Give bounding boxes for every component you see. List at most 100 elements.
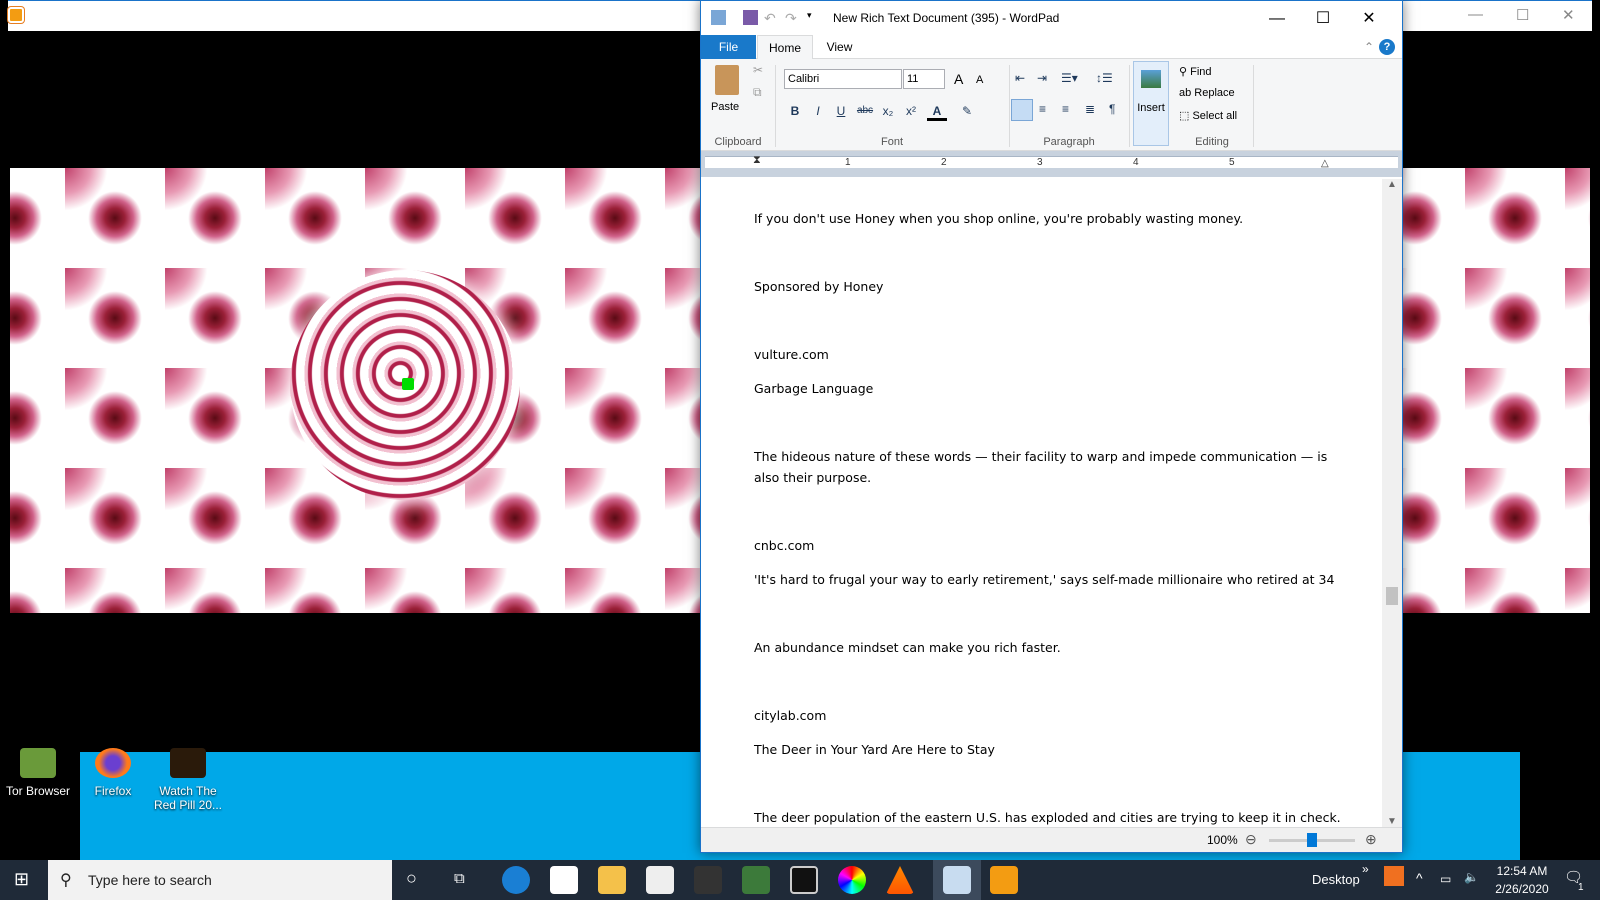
highlight-icon[interactable]: ✎ [957, 101, 977, 121]
doc-line: The deer population of the eastern U.S. … [754, 810, 1341, 825]
line-spacing-icon[interactable]: ↕☰ [1096, 71, 1113, 85]
wordpad-titlebar: ↶ ↷ ▾ New Rich Text Document (395) - Wor… [701, 1, 1402, 35]
bg-minimize-button[interactable]: — [1468, 6, 1483, 23]
increase-indent-icon[interactable]: ⇥ [1037, 71, 1047, 85]
network-icon[interactable]: ▭ [1440, 872, 1451, 886]
maximize-button[interactable]: ☐ [1300, 5, 1346, 33]
desktop-toolbar[interactable]: Desktop [1312, 872, 1360, 887]
replace-button[interactable]: ab Replace [1179, 87, 1235, 99]
replace-label: Replace [1194, 87, 1235, 99]
cut-icon[interactable]: ✂ [753, 63, 763, 77]
italic-button[interactable]: I [808, 101, 828, 121]
justify-icon[interactable]: ≣ [1085, 102, 1095, 116]
doc-line: Sponsored by Honey [754, 279, 884, 294]
undo-icon[interactable]: ↶ [764, 10, 779, 26]
show-hidden-icons[interactable]: ^ [1416, 870, 1423, 886]
document-area[interactable]: If you don't use Honey when you shop onl… [701, 179, 1382, 829]
tab-file[interactable]: File [701, 35, 756, 59]
media-player-taskbar-icon[interactable] [990, 866, 1018, 894]
volume-icon[interactable]: 🔈 [1464, 870, 1479, 884]
toolbar-expand-icon[interactable]: » [1362, 862, 1369, 876]
ruler-mark: 2 [941, 157, 947, 168]
font-size-select[interactable]: 11 [903, 69, 945, 89]
store-icon[interactable] [550, 866, 578, 894]
find-button[interactable]: ⚲ Find [1179, 65, 1212, 78]
close-button[interactable]: ✕ [1346, 5, 1392, 33]
ruler[interactable]: 1 2 3 4 5 ⧗ △ [701, 151, 1402, 177]
group-clipboard: Clipboard [714, 136, 762, 148]
ruler-mark: 1 [845, 157, 851, 168]
clock-date[interactable]: 2/26/2020 [1490, 882, 1554, 896]
help-icon[interactable]: ? [1379, 39, 1395, 55]
file-explorer-icon[interactable] [598, 866, 626, 894]
zoom-slider-thumb[interactable] [1307, 833, 1317, 847]
search-icon: ⚲ [60, 872, 72, 889]
align-right-icon[interactable]: ≡ [1062, 102, 1069, 116]
wordpad-taskbar-icon[interactable] [943, 866, 971, 894]
find-label: Find [1190, 66, 1212, 78]
subscript-button[interactable]: x₂ [878, 101, 898, 121]
select-all-icon: ⬚ [1179, 110, 1193, 122]
edge-icon[interactable] [502, 866, 530, 894]
bullets-icon[interactable]: ☰▾ [1061, 71, 1078, 85]
doc-line: If you don't use Honey when you shop onl… [754, 211, 1244, 226]
copy-icon[interactable]: ⧉ [753, 85, 762, 100]
select-all-button[interactable]: ⬚ Select all [1179, 109, 1237, 122]
ribbon-home: Paste ✂ ⧉ Clipboard Calibri 11 A A B I U… [701, 59, 1402, 151]
taskbar-search-input[interactable]: Type here to search [48, 860, 392, 900]
ruler-mark: 4 [1133, 157, 1139, 168]
doc-line: citylab.com [754, 708, 827, 723]
camera-app-icon[interactable] [790, 866, 818, 894]
right-indent-marker[interactable]: △ [1321, 158, 1329, 169]
shrink-font-icon[interactable]: A [976, 74, 983, 86]
clock-time[interactable]: 12:54 AM [1490, 864, 1554, 878]
amazon-icon[interactable] [694, 866, 722, 894]
paste-button[interactable]: Paste [711, 101, 739, 113]
bold-button[interactable]: B [785, 101, 805, 121]
collapse-ribbon-icon[interactable]: ⌃ [1361, 35, 1377, 59]
doc-line: 'It's hard to frugal your way to early r… [754, 572, 1335, 587]
doc-line: cnbc.com [754, 538, 815, 553]
decrease-indent-icon[interactable]: ⇤ [1015, 71, 1025, 85]
minimize-button[interactable]: — [1254, 5, 1300, 33]
replace-icon: ab [1179, 87, 1195, 99]
alert-tray-icon[interactable] [1384, 866, 1404, 886]
bg-close-button[interactable]: ✕ [1562, 6, 1575, 24]
superscript-button[interactable]: x² [901, 101, 921, 121]
insert-button[interactable]: Insert [1133, 61, 1169, 146]
start-windows-icon[interactable]: ⊞ [14, 869, 29, 890]
align-left-button[interactable] [1011, 99, 1033, 121]
tab-home[interactable]: Home [757, 35, 813, 59]
font-family-select[interactable]: Calibri [784, 69, 902, 89]
tab-view[interactable]: View [817, 35, 862, 59]
zoom-level: 100% [1207, 833, 1238, 847]
desktop-icon-firefox[interactable]: Firefox [78, 748, 148, 798]
indent-marker[interactable]: ⧗ [753, 154, 761, 167]
redo-icon[interactable]: ↷ [785, 10, 800, 26]
cortana-icon[interactable]: ○ [406, 868, 417, 889]
desktop-icon-tor-browser[interactable]: Tor Browser [3, 748, 73, 798]
scroll-up-icon[interactable]: ▲ [1387, 179, 1397, 190]
tripadvisor-icon[interactable] [742, 866, 770, 894]
save-icon[interactable] [743, 10, 758, 25]
wordpad-app-icon [711, 10, 726, 25]
strikethrough-button[interactable]: abc [855, 101, 875, 121]
paragraph-icon[interactable]: ¶ [1109, 102, 1115, 116]
bg-maximize-button[interactable]: ☐ [1516, 6, 1529, 24]
scroll-thumb[interactable] [1386, 587, 1398, 605]
underline-button[interactable]: U [831, 101, 851, 121]
group-font: Font [880, 136, 903, 148]
zoom-out-icon[interactable]: ⊖ [1245, 831, 1257, 848]
align-center-icon[interactable]: ≡ [1039, 102, 1046, 116]
mail-icon[interactable] [646, 866, 674, 894]
customize-quick-access-icon[interactable]: ▾ [807, 10, 822, 25]
grow-font-icon[interactable]: A [954, 71, 963, 87]
desktop-icon-video[interactable]: Watch The Red Pill 20... [153, 748, 223, 812]
vertical-scrollbar[interactable]: ▲ ▼ [1382, 179, 1402, 829]
scroll-down-icon[interactable]: ▼ [1387, 816, 1397, 827]
paste-icon[interactable] [715, 65, 739, 95]
zoom-in-icon[interactable]: ⊕ [1365, 831, 1377, 848]
color-app-icon[interactable] [838, 866, 866, 894]
task-view-icon[interactable]: ⧉ [454, 870, 465, 887]
text-color-icon[interactable]: A [927, 101, 947, 121]
